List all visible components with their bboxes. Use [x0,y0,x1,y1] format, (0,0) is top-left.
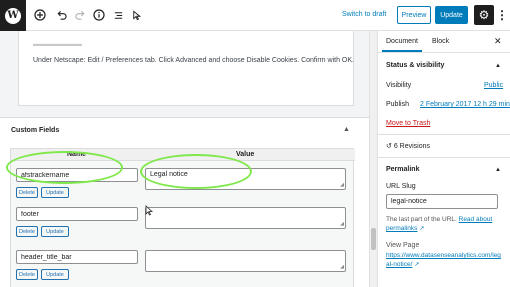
permalink-title[interactable]: Permalink [386,166,419,173]
resize-handle-icon[interactable]: ◢ [340,264,344,270]
paragraph-text[interactable]: Under Netscape: Edit / Preferences tab. … [33,57,354,64]
column-header-value: Value [236,151,255,158]
custom-fields-title: Custom Fields [11,127,60,134]
collapse-arrow-icon[interactable]: ▲ [343,126,350,133]
update-field-button[interactable]: Update [41,269,69,280]
view-page-url-line1[interactable]: https://www.datasenseanalytics.com/leg [386,252,501,259]
divider [378,157,510,158]
view-page-url-line2[interactable]: al-notice/ [386,261,412,268]
sidebar-tabs: Document Block ✕ [378,31,510,53]
revisions-icon: ↺ [386,143,392,150]
faded-text-line: ▬▬▬▬▬▬▬ [33,41,82,48]
table-row: Legal notice ◢ Delete Update [11,168,355,208]
move-to-trash-link[interactable]: Move to Trash [386,120,430,127]
external-link-icon: ↗ [419,226,425,232]
chevron-up-icon[interactable]: ▲ [495,63,501,69]
read-about-link[interactable]: Read about [459,216,493,223]
publish-date-link[interactable]: 2 February 2017 12 h 29 min [420,101,510,108]
more-options-icon[interactable]: ⋮ [496,6,508,24]
custom-fields-panel: Custom Fields ▲ Name Value Legal notice … [0,117,369,287]
view-page-url[interactable]: https://www.datasenseanalytics.com/leg a… [386,251,504,270]
permalinks-link[interactable]: permalinks [386,225,417,232]
field-name-input[interactable] [16,207,138,221]
active-tab-indicator [382,50,422,52]
undo-icon[interactable] [54,8,68,22]
url-slug-input[interactable] [386,194,498,209]
chevron-up-icon[interactable]: ▲ [495,167,501,173]
table-row: ◢ Delete Update [11,207,355,247]
revisions-item[interactable]: ↺ 6 Revisions [386,142,430,150]
settings-sidebar: Document Block ✕ Status & visibility ▲ V… [377,31,510,287]
tab-block[interactable]: Block [432,38,449,45]
wordpress-logo-icon[interactable]: W [0,0,26,31]
mouse-cursor-icon [145,205,154,218]
add-block-icon[interactable] [33,8,47,22]
url-slug-label: URL Slug [386,183,416,190]
table-row: ◢ Delete Update [11,250,355,287]
field-name-input[interactable] [16,250,138,264]
top-toolbar: W Switch to draft Preview Update ⚙ ⋮ [0,0,510,31]
field-value-textarea[interactable]: ◢ [145,250,346,272]
custom-fields-table: Name Value Legal notice ◢ Delete Update [10,148,355,287]
redo-icon[interactable] [73,8,87,22]
switch-to-draft-link[interactable]: Switch to draft [342,11,386,18]
editor-scrollbar[interactable] [369,31,377,287]
scrollbar-thumb[interactable] [371,228,376,250]
delete-button[interactable]: Delete [16,226,38,237]
status-visibility-title[interactable]: Status & visibility [386,62,444,69]
update-button[interactable]: Update [435,6,468,24]
delete-button[interactable]: Delete [16,269,38,280]
editor-window: W Switch to draft Preview Update ⚙ ⋮ ▬▬▬… [0,0,510,287]
divider [378,134,510,135]
close-icon[interactable]: ✕ [494,36,502,47]
visibility-label: Visibility [386,82,412,89]
external-link-icon: ↗ [414,262,420,268]
delete-button[interactable]: Delete [16,187,38,198]
publish-label: Publish [386,101,409,108]
field-value-text: Legal notice [150,171,188,178]
info-icon[interactable] [92,8,106,22]
visibility-value-link[interactable]: Public [484,82,503,89]
list-view-icon[interactable] [111,8,125,22]
update-field-button[interactable]: Update [41,187,69,198]
editor-canvas: ▬▬▬▬▬▬▬ Under Netscape: Edit / Preferenc… [0,31,369,287]
table-header: Name Value [11,149,355,161]
column-header-name: Name [67,151,87,158]
content-block[interactable]: ▬▬▬▬▬▬▬ Under Netscape: Edit / Preferenc… [18,31,354,106]
update-field-button[interactable]: Update [41,226,69,237]
permalink-help: The last part of the URL. Read about per… [386,215,504,234]
revisions-label: 6 Revisions [393,143,431,150]
tools-pointer-icon[interactable] [129,8,143,22]
preview-button[interactable]: Preview [397,6,431,24]
settings-gear-icon[interactable]: ⚙ [474,5,494,25]
help-text: The last part of the URL. [386,216,457,223]
field-value-textarea[interactable]: Legal notice ◢ [145,168,346,190]
resize-handle-icon[interactable]: ◢ [340,182,344,188]
tab-document[interactable]: Document [386,38,418,45]
field-value-textarea[interactable]: ◢ [145,207,346,229]
resize-handle-icon[interactable]: ◢ [340,221,344,227]
field-name-input[interactable] [16,168,138,182]
view-page-label: View Page [386,242,420,249]
